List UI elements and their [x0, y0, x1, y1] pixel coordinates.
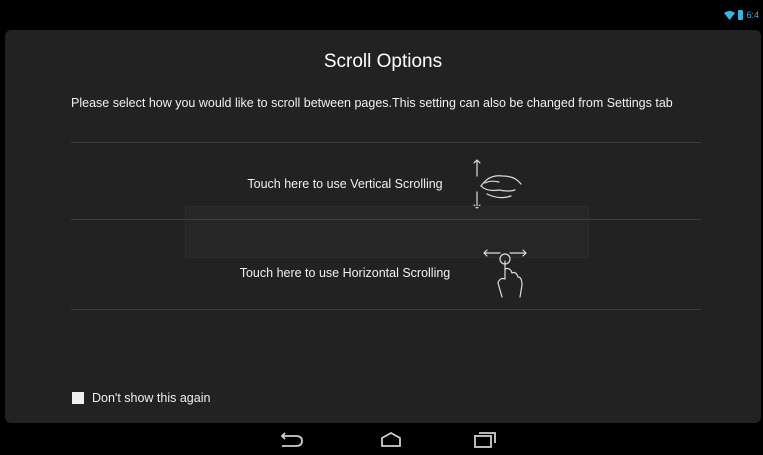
home-icon	[381, 431, 401, 447]
divider	[71, 142, 701, 143]
home-button[interactable]	[373, 430, 409, 450]
status-icons: 6:4	[724, 9, 759, 21]
horizontal-swipe-hand-icon	[483, 249, 528, 298]
recent-apps-icon	[474, 432, 496, 448]
recent-apps-button[interactable]	[467, 430, 503, 450]
dont-show-again-checkbox[interactable]	[72, 392, 84, 404]
dialog-title: Scroll Options	[323, 51, 443, 72]
wifi-icon	[724, 10, 736, 20]
back-button[interactable]	[273, 430, 309, 450]
status-time: 6:4	[746, 10, 759, 20]
horizontal-scrolling-option[interactable]: Touch here to use Horizontal Scrolling	[71, 245, 701, 301]
vertical-scrolling-option[interactable]: Touch here to use Vertical Scrolling	[71, 156, 701, 212]
dont-show-again-label: Don't show this again	[92, 391, 211, 405]
horizontal-scrolling-label: Touch here to use Horizontal Scrolling	[239, 266, 451, 280]
navigation-bar	[0, 426, 763, 453]
divider	[71, 309, 701, 310]
scroll-options-dialog: Scroll Options Please select how you wou…	[5, 30, 761, 423]
dont-show-again-checkbox-row[interactable]: Don't show this again	[72, 391, 210, 405]
status-bar: 6:4	[0, 0, 763, 28]
vertical-scrolling-label: Touch here to use Vertical Scrolling	[247, 177, 443, 191]
dialog-message: Please select how you would like to scro…	[71, 96, 673, 110]
back-icon	[280, 432, 303, 447]
battery-icon	[738, 10, 744, 20]
vertical-swipe-hand-icon	[473, 159, 522, 209]
